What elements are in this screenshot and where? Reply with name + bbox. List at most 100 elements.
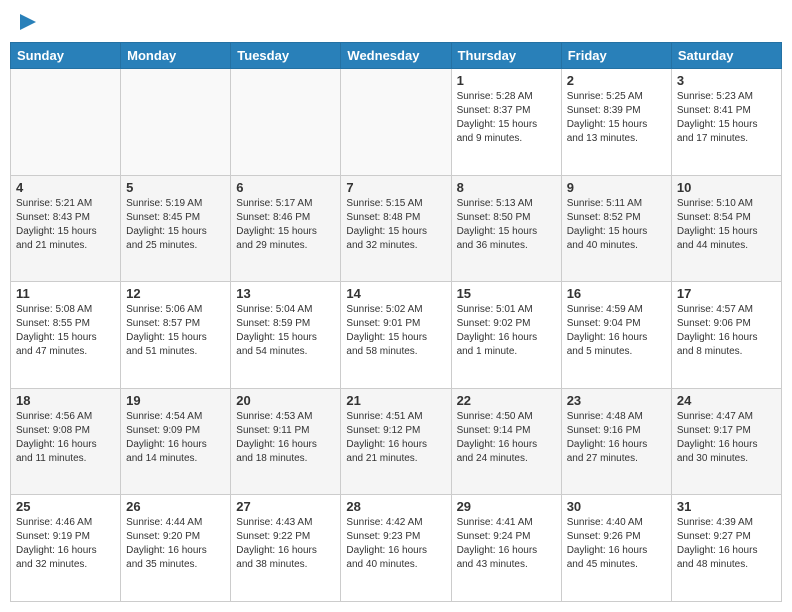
day-number: 15 xyxy=(457,286,556,301)
logo-icon xyxy=(16,10,40,34)
calendar-cell: 17Sunrise: 4:57 AM Sunset: 9:06 PM Dayli… xyxy=(671,282,781,389)
day-info: Sunrise: 4:46 AM Sunset: 9:19 PM Dayligh… xyxy=(16,516,115,572)
day-info: Sunrise: 5:21 AM Sunset: 8:43 PM Dayligh… xyxy=(16,197,115,253)
day-info: Sunrise: 5:06 AM Sunset: 8:57 PM Dayligh… xyxy=(126,303,225,359)
calendar-cell: 13Sunrise: 5:04 AM Sunset: 8:59 PM Dayli… xyxy=(231,282,341,389)
calendar-cell: 26 Sunrise: 4:44 AM Sunset: 9:20 PM Dayli… xyxy=(121,495,231,602)
day-info: Sunrise: 4:48 AM Sunset: 9:16 PM Dayligh… xyxy=(567,410,666,466)
day-number: 17 xyxy=(677,286,776,301)
day-info: Sunrise: 4:40 AM Sunset: 9:26 PM Dayligh… xyxy=(567,516,666,572)
calendar-header-wednesday: Wednesday xyxy=(341,43,451,69)
day-info: Sunrise: 4:59 AM Sunset: 9:04 PM Dayligh… xyxy=(567,303,666,359)
day-number: 5 xyxy=(126,180,225,195)
calendar-cell xyxy=(121,69,231,176)
day-info: Sunrise: 5:23 AM Sunset: 8:41 PM Dayligh… xyxy=(677,90,776,146)
day-number: 1 xyxy=(457,73,556,88)
day-number: 31 xyxy=(677,499,776,514)
calendar-cell: 27Sunrise: 4:43 AM Sunset: 9:22 PM Dayli… xyxy=(231,495,341,602)
day-info: Sunrise: 4:54 AM Sunset: 9:09 PM Dayligh… xyxy=(126,410,225,466)
calendar-cell: 12 Sunrise: 5:06 AM Sunset: 8:57 PM Dayli… xyxy=(121,282,231,389)
day-info: Sunrise: 4:42 AM Sunset: 9:23 PM Dayligh… xyxy=(346,516,445,572)
page: SundayMondayTuesdayWednesdayThursdayFrid… xyxy=(0,0,792,612)
day-info: Sunrise: 5:01 AM Sunset: 9:02 PM Dayligh… xyxy=(457,303,556,359)
day-number: 25 xyxy=(16,499,115,514)
calendar-cell xyxy=(341,69,451,176)
calendar-cell: 6 Sunrise: 5:17 AM Sunset: 8:46 PM Daylig… xyxy=(231,175,341,282)
day-info: Sunrise: 4:39 AM Sunset: 9:27 PM Dayligh… xyxy=(677,516,776,572)
day-number: 26 xyxy=(126,499,225,514)
day-info: Sunrise: 5:28 AM Sunset: 8:37 PM Dayligh… xyxy=(457,90,556,146)
day-number: 12 xyxy=(126,286,225,301)
calendar-cell: 18 Sunrise: 4:56 AM Sunset: 9:08 PM Dayli… xyxy=(11,388,121,495)
calendar-cell: 28 Sunrise: 4:42 AM Sunset: 9:23 PM Dayli… xyxy=(341,495,451,602)
calendar-table: SundayMondayTuesdayWednesdayThursdayFrid… xyxy=(10,42,782,602)
calendar-header-friday: Friday xyxy=(561,43,671,69)
day-number: 2 xyxy=(567,73,666,88)
day-number: 28 xyxy=(346,499,445,514)
logo-text xyxy=(14,10,40,34)
calendar-header-tuesday: Tuesday xyxy=(231,43,341,69)
day-info: Sunrise: 4:44 AM Sunset: 9:20 PM Dayligh… xyxy=(126,516,225,572)
logo xyxy=(14,10,40,34)
day-number: 4 xyxy=(16,180,115,195)
day-info: Sunrise: 5:25 AM Sunset: 8:39 PM Dayligh… xyxy=(567,90,666,146)
calendar-cell: 15 Sunrise: 5:01 AM Sunset: 9:02 PM Dayli… xyxy=(451,282,561,389)
day-number: 24 xyxy=(677,393,776,408)
day-number: 9 xyxy=(567,180,666,195)
day-info: Sunrise: 5:15 AM Sunset: 8:48 PM Dayligh… xyxy=(346,197,445,253)
calendar-cell: 4 Sunrise: 5:21 AM Sunset: 8:43 PM Daylig… xyxy=(11,175,121,282)
day-number: 8 xyxy=(457,180,556,195)
day-info: Sunrise: 4:50 AM Sunset: 9:14 PM Dayligh… xyxy=(457,410,556,466)
calendar-week-1: 1 Sunrise: 5:28 AM Sunset: 8:37 PM Daylig… xyxy=(11,69,782,176)
day-number: 7 xyxy=(346,180,445,195)
calendar-cell: 22 Sunrise: 4:50 AM Sunset: 9:14 PM Dayli… xyxy=(451,388,561,495)
calendar-header-sunday: Sunday xyxy=(11,43,121,69)
header xyxy=(10,10,782,34)
day-number: 20 xyxy=(236,393,335,408)
day-number: 30 xyxy=(567,499,666,514)
day-number: 10 xyxy=(677,180,776,195)
day-info: Sunrise: 4:47 AM Sunset: 9:17 PM Dayligh… xyxy=(677,410,776,466)
calendar-week-4: 18 Sunrise: 4:56 AM Sunset: 9:08 PM Dayli… xyxy=(11,388,782,495)
day-info: Sunrise: 5:13 AM Sunset: 8:50 PM Dayligh… xyxy=(457,197,556,253)
day-number: 29 xyxy=(457,499,556,514)
day-number: 27 xyxy=(236,499,335,514)
calendar-week-5: 25 Sunrise: 4:46 AM Sunset: 9:19 PM Dayli… xyxy=(11,495,782,602)
day-number: 21 xyxy=(346,393,445,408)
day-info: Sunrise: 4:41 AM Sunset: 9:24 PM Dayligh… xyxy=(457,516,556,572)
calendar-cell: 16 Sunrise: 4:59 AM Sunset: 9:04 PM Dayli… xyxy=(561,282,671,389)
day-number: 22 xyxy=(457,393,556,408)
calendar-header-monday: Monday xyxy=(121,43,231,69)
day-info: Sunrise: 5:17 AM Sunset: 8:46 PM Dayligh… xyxy=(236,197,335,253)
calendar-cell: 20 Sunrise: 4:53 AM Sunset: 9:11 PM Dayli… xyxy=(231,388,341,495)
day-number: 18 xyxy=(16,393,115,408)
day-number: 16 xyxy=(567,286,666,301)
calendar-cell xyxy=(11,69,121,176)
calendar-header-thursday: Thursday xyxy=(451,43,561,69)
day-number: 13 xyxy=(236,286,335,301)
calendar-cell: 23 Sunrise: 4:48 AM Sunset: 9:16 PM Dayli… xyxy=(561,388,671,495)
calendar-cell: 24 Sunrise: 4:47 AM Sunset: 9:17 PM Dayli… xyxy=(671,388,781,495)
day-info: Sunrise: 5:11 AM Sunset: 8:52 PM Dayligh… xyxy=(567,197,666,253)
calendar-cell xyxy=(231,69,341,176)
calendar-cell: 25 Sunrise: 4:46 AM Sunset: 9:19 PM Dayli… xyxy=(11,495,121,602)
calendar-cell: 31 Sunrise: 4:39 AM Sunset: 9:27 PM Dayli… xyxy=(671,495,781,602)
day-number: 6 xyxy=(236,180,335,195)
calendar-cell: 9 Sunrise: 5:11 AM Sunset: 8:52 PM Daylig… xyxy=(561,175,671,282)
day-number: 11 xyxy=(16,286,115,301)
calendar-cell: 29 Sunrise: 4:41 AM Sunset: 9:24 PM Dayli… xyxy=(451,495,561,602)
day-info: Sunrise: 5:10 AM Sunset: 8:54 PM Dayligh… xyxy=(677,197,776,253)
day-number: 3 xyxy=(677,73,776,88)
day-info: Sunrise: 5:19 AM Sunset: 8:45 PM Dayligh… xyxy=(126,197,225,253)
calendar-cell: 30 Sunrise: 4:40 AM Sunset: 9:26 PM Dayli… xyxy=(561,495,671,602)
calendar-header-row: SundayMondayTuesdayWednesdayThursdayFrid… xyxy=(11,43,782,69)
calendar-cell: 14Sunrise: 5:02 AM Sunset: 9:01 PM Dayli… xyxy=(341,282,451,389)
day-info: Sunrise: 5:08 AM Sunset: 8:55 PM Dayligh… xyxy=(16,303,115,359)
day-info: Sunrise: 4:53 AM Sunset: 9:11 PM Dayligh… xyxy=(236,410,335,466)
day-info: Sunrise: 4:56 AM Sunset: 9:08 PM Dayligh… xyxy=(16,410,115,466)
calendar-week-2: 4 Sunrise: 5:21 AM Sunset: 8:43 PM Daylig… xyxy=(11,175,782,282)
day-number: 23 xyxy=(567,393,666,408)
calendar-cell: 21Sunrise: 4:51 AM Sunset: 9:12 PM Dayli… xyxy=(341,388,451,495)
calendar-week-3: 11 Sunrise: 5:08 AM Sunset: 8:55 PM Dayli… xyxy=(11,282,782,389)
calendar-cell: 3 Sunrise: 5:23 AM Sunset: 8:41 PM Daylig… xyxy=(671,69,781,176)
